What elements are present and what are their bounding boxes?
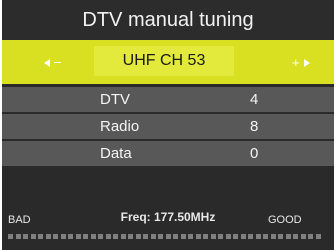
triangle-left-icon [44,58,50,67]
left-arrow-icon[interactable] [44,52,61,72]
signal-segment [218,234,223,239]
signal-segment [60,234,66,239]
signal-segment [165,234,171,239]
triangle-right-icon [303,58,310,67]
minus-icon [54,62,61,64]
result-count: 0 [250,145,259,162]
signal-good-label: GOOD [268,214,302,226]
signal-panel: BAD Freq: 177.50MHz GOOD [2,168,334,250]
signal-segment [270,234,276,239]
signal-segment [225,234,231,239]
signal-segment [98,234,103,239]
signal-segment [143,234,148,239]
signal-segment [210,234,216,239]
signal-segment [68,234,73,239]
signal-segment [293,234,298,239]
tuning-screen: DTV manual tuning UHF CH 53 + DTV 4 Radi… [2,0,334,250]
result-row-radio: Radio 8 [2,114,334,139]
signal-segment [45,234,51,239]
signal-segment [180,234,186,239]
result-label: Radio [100,118,140,135]
signal-segment [90,234,96,239]
signal-segment [195,234,201,239]
signal-segment [128,234,133,239]
result-count: 4 [250,91,259,108]
result-label: DTV [100,91,130,108]
signal-segment [263,234,268,239]
signal-segment [240,234,246,239]
signal-segment [308,234,313,239]
signal-segment [248,234,253,239]
signal-segment [15,234,21,239]
result-row-dtv: DTV 4 [2,87,334,112]
signal-segment [75,234,81,239]
signal-segment [315,234,321,239]
signal-segment [53,234,58,239]
signal-segment [38,234,43,239]
signal-quality-meter [8,234,324,239]
right-arrow-icon[interactable]: + [292,52,310,72]
signal-segment [173,234,178,239]
signal-segment [188,234,193,239]
signal-segment [113,234,118,239]
result-count: 8 [250,118,259,135]
signal-segment [158,234,163,239]
channel-value: UHF CH 53 [94,46,234,76]
signal-segment [8,234,13,239]
signal-segment [255,234,261,239]
signal-segment [30,234,36,239]
plus-icon: + [292,54,300,70]
result-row-data: Data 0 [2,141,334,166]
signal-segment [105,234,111,239]
channel-selector[interactable]: UHF CH 53 + [2,40,334,84]
signal-segment [135,234,141,239]
signal-segment [233,234,238,239]
signal-segment [83,234,88,239]
signal-segment [285,234,291,239]
signal-segment [120,234,126,239]
signal-segment [23,234,28,239]
signal-segment [150,234,156,239]
signal-segment [278,234,283,239]
result-label: Data [100,145,132,162]
page-title: DTV manual tuning [2,0,334,40]
signal-segment [203,234,208,239]
signal-segment [300,234,306,239]
